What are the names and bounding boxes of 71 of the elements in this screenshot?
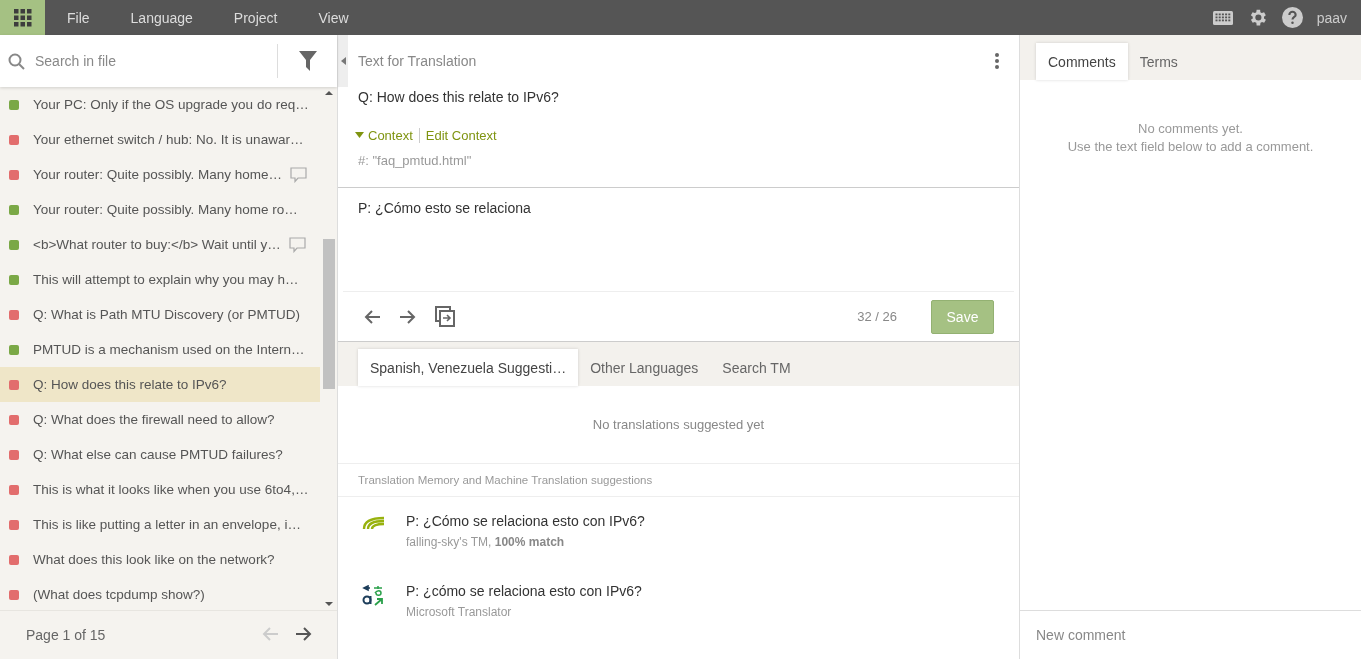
string-text: Q: What does the firewall need to allow? <box>33 412 275 427</box>
scrollbar-thumb[interactable] <box>322 239 335 389</box>
string-list-item[interactable]: This is what it looks like when you use 6to4,… <box>0 472 320 507</box>
string-text: This will attempt to explain why you may h… <box>33 272 299 287</box>
side-tab[interactable]: Terms <box>1127 43 1190 80</box>
string-list-item[interactable]: Your PC: Only if the OS upgrade you do req… <box>0 87 320 122</box>
suggestion-source: Microsoft Translator <box>406 605 513 619</box>
string-list-item[interactable]: <b>What router to buy:</b> Wait until y… <box>0 227 320 262</box>
grid-icon <box>13 8 32 27</box>
menu-item[interactable]: Language <box>108 9 212 26</box>
suggestion-tab[interactable]: Other Languages <box>578 349 711 386</box>
suggestion-text[interactable]: P: ¿Cómo se relaciona esto con IPv6? <box>406 513 645 529</box>
filter-icon[interactable] <box>298 51 317 71</box>
character-count: 32 / 26 <box>857 309 897 324</box>
suggestion-tab[interactable]: Search TM <box>710 349 803 386</box>
string-list-item[interactable]: This will attempt to explain why you may h… <box>0 262 320 297</box>
suggestion-source: falling-sky's TM, 100% match <box>406 535 566 549</box>
keyboard-icon[interactable] <box>1212 10 1233 25</box>
section-header: Translation Memory and Machine Translation suggestions <box>358 474 653 486</box>
string-list-item[interactable]: Q: What does the firewall need to allow? <box>0 402 320 437</box>
string-text: (What does tcpdump show?) <box>33 587 205 602</box>
string-text: Your router: Quite possibly. Many home… <box>33 167 283 182</box>
context-text: #: "faq_pmtud.html" <box>357 152 473 170</box>
empty-message: No comments yet. <box>1138 120 1243 138</box>
next-string-button[interactable] <box>399 307 417 326</box>
help-icon[interactable] <box>1281 7 1303 28</box>
context-toggle[interactable]: Context <box>355 127 413 143</box>
string-list-item[interactable]: Q: What else can cause PMTUD failures? <box>0 437 320 472</box>
empty-message: Use the text field below to add a comment. <box>1067 138 1314 156</box>
caret-icon <box>355 132 364 138</box>
caret-icon <box>340 57 346 65</box>
copy-source-button[interactable] <box>435 306 455 327</box>
string-text: Your router: Quite possibly. Many home ro… <box>33 202 298 217</box>
string-text: <b>What router to buy:</b> Wait until y… <box>33 237 281 252</box>
suggestion-text[interactable]: P: ¿cómo se relaciona esto con IPv6? <box>406 583 642 599</box>
string-text: Your PC: Only if the OS upgrade you do req… <box>33 97 309 112</box>
translate-icon <box>362 585 384 607</box>
string-list-item[interactable]: PMTUD is a mechanism used on the Intern… <box>0 332 320 367</box>
menu-item[interactable]: Project <box>211 9 297 26</box>
menu-item[interactable]: View <box>296 9 368 26</box>
string-list-item[interactable]: Your ethernet switch / hub: No. It is unawar… <box>0 122 320 157</box>
source-text: Q: How does this relate to IPv6? <box>357 88 560 107</box>
apps-menu-button[interactable] <box>0 0 45 35</box>
string-list-item[interactable]: Q: How does this relate to IPv6? <box>0 367 320 402</box>
empty-message: No translations suggested yet <box>592 417 765 432</box>
collapse-left-button[interactable] <box>338 35 348 87</box>
string-text: This is like putting a letter in an envelope, i… <box>33 517 301 532</box>
string-text: Q: What is Path MTU Discovery (or PMTUD) <box>33 307 301 322</box>
side-tab[interactable]: Comments <box>1036 43 1128 80</box>
string-list-item[interactable]: This is like putting a letter in an envelope, i… <box>0 507 320 542</box>
string-list-item[interactable]: (What does tcpdump show?) <box>0 577 320 612</box>
more-options-icon[interactable] <box>995 53 999 69</box>
string-list-item[interactable]: Q: What is Path MTU Discovery (or PMTUD) <box>0 297 320 332</box>
menu-item[interactable]: File <box>45 9 109 26</box>
string-text: Q: How does this relate to IPv6? <box>33 377 227 392</box>
previous-string-button[interactable] <box>363 307 381 326</box>
string-text: This is what it looks like when you use 6to4,… <box>33 482 309 497</box>
string-list-item[interactable]: Your router: Quite possibly. Many home ro… <box>0 192 320 227</box>
string-text: Your ethernet switch / hub: No. It is unawar… <box>33 132 304 147</box>
string-text: What does this look like on the network? <box>33 552 275 567</box>
search-icon <box>8 52 25 70</box>
tm-logo-icon <box>362 515 386 531</box>
string-text: PMTUD is a mechanism used on the Intern… <box>33 342 305 357</box>
string-list-item[interactable]: Your router: Quite possibly. Many home… <box>0 157 320 192</box>
string-list-item[interactable]: What does this look like on the network? <box>0 542 320 577</box>
panel-title: Text for Translation <box>358 53 478 69</box>
string-text: Q: What else can cause PMTUD failures? <box>33 447 283 462</box>
page-indicator: Page 1 of 15 <box>26 627 107 643</box>
user-name[interactable]: paav <box>1316 9 1347 26</box>
suggestion-tab[interactable]: Spanish, Venezuela Suggesti… <box>358 349 579 386</box>
edit-context-link[interactable]: Edit Context <box>418 127 497 143</box>
